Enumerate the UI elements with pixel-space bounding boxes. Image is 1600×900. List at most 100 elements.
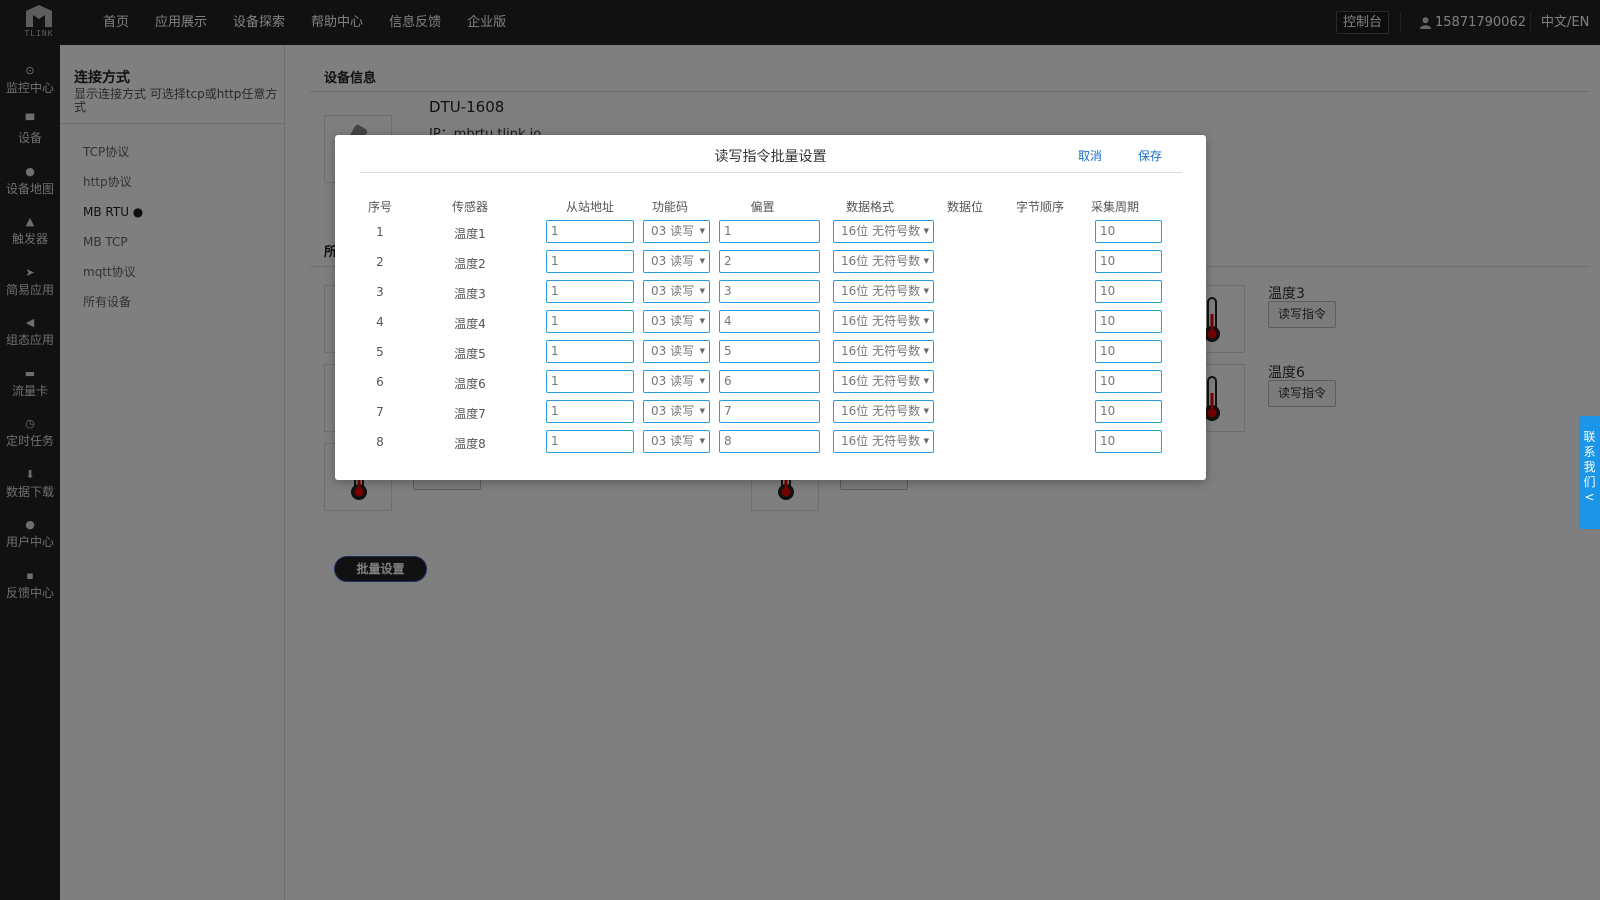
offset-input[interactable]: 2	[719, 250, 820, 273]
data-format-select[interactable]: 16位 无符号数 ▼	[833, 370, 934, 393]
cancel-button[interactable]: 取消	[1078, 147, 1102, 164]
slave-address-input[interactable]: 1	[546, 400, 634, 423]
row-number: 8	[376, 435, 384, 449]
function-code-select[interactable]: 03 读写 ▼	[643, 370, 710, 393]
function-code-select[interactable]: 03 读写 ▼	[643, 220, 710, 243]
data-format-select[interactable]: 16位 无符号数 ▼	[833, 400, 934, 423]
offset-input[interactable]: 6	[719, 370, 820, 393]
data-format-select[interactable]: 16位 无符号数 ▼	[833, 280, 934, 303]
row-sensor-name: 温度7	[454, 407, 486, 421]
function-code-value: 03 读写	[651, 284, 695, 298]
dropdown-arrow-icon: ▼	[699, 407, 705, 415]
row-number: 1	[376, 225, 384, 239]
dropdown-arrow-icon: ▼	[699, 257, 705, 265]
row-number: 2	[376, 255, 384, 269]
period-input[interactable]: 10	[1095, 280, 1162, 303]
slave-address-input[interactable]: 1	[546, 340, 634, 363]
function-code-select[interactable]: 03 读写 ▼	[643, 310, 710, 333]
col-header-sensor: 传感器	[451, 200, 488, 214]
function-code-select[interactable]: 03 读写 ▼	[643, 280, 710, 303]
period-input[interactable]: 10	[1095, 250, 1162, 273]
offset-input[interactable]: 8	[719, 430, 820, 453]
data-format-value: 16位 无符号数	[841, 254, 921, 268]
row-number: 3	[376, 285, 384, 299]
offset-input[interactable]: 3	[719, 280, 820, 303]
data-format-value: 16位 无符号数	[841, 344, 921, 358]
offset-input[interactable]: 7	[719, 400, 820, 423]
function-code-select[interactable]: 03 读写 ▼	[643, 340, 710, 363]
function-code-value: 03 读写	[651, 314, 695, 328]
dropdown-arrow-icon: ▼	[699, 437, 705, 445]
row-number: 6	[376, 375, 384, 389]
dropdown-arrow-icon: ▼	[923, 257, 929, 265]
dropdown-arrow-icon: ▼	[923, 437, 929, 445]
offset-input[interactable]: 4	[719, 310, 820, 333]
function-code-value: 03 读写	[651, 254, 695, 268]
col-header-period: 采集周期	[1090, 200, 1139, 214]
period-input[interactable]: 10	[1095, 220, 1162, 243]
data-format-select[interactable]: 16位 无符号数 ▼	[833, 220, 934, 243]
col-header-slave-address: 从站地址	[565, 200, 614, 214]
dropdown-arrow-icon: ▼	[923, 287, 929, 295]
col-header-data-bits: 数据位	[946, 200, 983, 214]
row-sensor-name: 温度5	[454, 347, 486, 361]
data-format-select[interactable]: 16位 无符号数 ▼	[833, 340, 934, 363]
offset-input[interactable]: 1	[719, 220, 820, 243]
data-format-select[interactable]: 16位 无符号数 ▼	[833, 310, 934, 333]
data-format-select[interactable]: 16位 无符号数 ▼	[833, 430, 934, 453]
function-code-value: 03 读写	[651, 374, 695, 388]
col-header-offset: 偏置	[750, 200, 775, 214]
period-input[interactable]: 10	[1095, 340, 1162, 363]
function-code-value: 03 读写	[651, 434, 695, 448]
dropdown-arrow-icon: ▼	[699, 287, 705, 295]
function-code-select[interactable]: 03 读写 ▼	[643, 250, 710, 273]
col-header-no: 序号	[367, 200, 392, 214]
data-format-value: 16位 无符号数	[841, 404, 921, 418]
dropdown-arrow-icon: ▼	[923, 317, 929, 325]
col-header-byte-order: 字节顺序	[1015, 200, 1064, 214]
row-sensor-name: 温度2	[454, 257, 486, 271]
slave-address-input[interactable]: 1	[546, 310, 634, 333]
dropdown-arrow-icon: ▼	[699, 347, 705, 355]
dropdown-arrow-icon: ▼	[923, 227, 929, 235]
contact-us-tab[interactable]: 联系我们 <	[1579, 416, 1600, 529]
row-sensor-name: 温度4	[454, 317, 486, 331]
function-code-value: 03 读写	[651, 224, 695, 238]
dropdown-arrow-icon: ▼	[699, 377, 705, 385]
dropdown-arrow-icon: ▼	[699, 227, 705, 235]
dropdown-arrow-icon: ▼	[699, 317, 705, 325]
slave-address-input[interactable]: 1	[546, 250, 634, 273]
function-code-value: 03 读写	[651, 344, 695, 358]
dropdown-arrow-icon: ▼	[923, 347, 929, 355]
offset-input[interactable]: 5	[719, 340, 820, 363]
row-number: 4	[376, 315, 384, 329]
col-header-function-code: 功能码	[651, 200, 688, 214]
divider	[360, 172, 1182, 173]
dropdown-arrow-icon: ▼	[923, 407, 929, 415]
data-format-select[interactable]: 16位 无符号数 ▼	[833, 250, 934, 273]
slave-address-input[interactable]: 1	[546, 370, 634, 393]
period-input[interactable]: 10	[1095, 370, 1162, 393]
row-sensor-name: 温度8	[454, 437, 486, 451]
data-format-value: 16位 无符号数	[841, 314, 921, 328]
function-code-select[interactable]: 03 读写 ▼	[643, 400, 710, 423]
col-header-data-format: 数据格式	[845, 200, 894, 214]
period-input[interactable]: 10	[1095, 400, 1162, 423]
slave-address-input[interactable]: 1	[546, 430, 634, 453]
function-code-value: 03 读写	[651, 404, 695, 418]
save-button[interactable]: 保存	[1138, 147, 1162, 164]
period-input[interactable]: 10	[1095, 310, 1162, 333]
row-number: 5	[376, 345, 384, 359]
function-code-select[interactable]: 03 读写 ▼	[643, 430, 710, 453]
slave-address-input[interactable]: 1	[546, 280, 634, 303]
data-format-value: 16位 无符号数	[841, 374, 921, 388]
period-input[interactable]: 10	[1095, 430, 1162, 453]
batch-command-modal: 读写指令批量设置 取消 保存 序号 传感器 从站地址 功能码 偏置 数据格式 数…	[335, 135, 1206, 480]
modal-title: 读写指令批量设置	[714, 149, 827, 165]
row-sensor-name: 温度3	[454, 287, 486, 301]
dropdown-arrow-icon: ▼	[923, 377, 929, 385]
data-format-value: 16位 无符号数	[841, 224, 921, 238]
slave-address-input[interactable]: 1	[546, 220, 634, 243]
data-format-value: 16位 无符号数	[841, 284, 921, 298]
data-format-value: 16位 无符号数	[841, 434, 921, 448]
